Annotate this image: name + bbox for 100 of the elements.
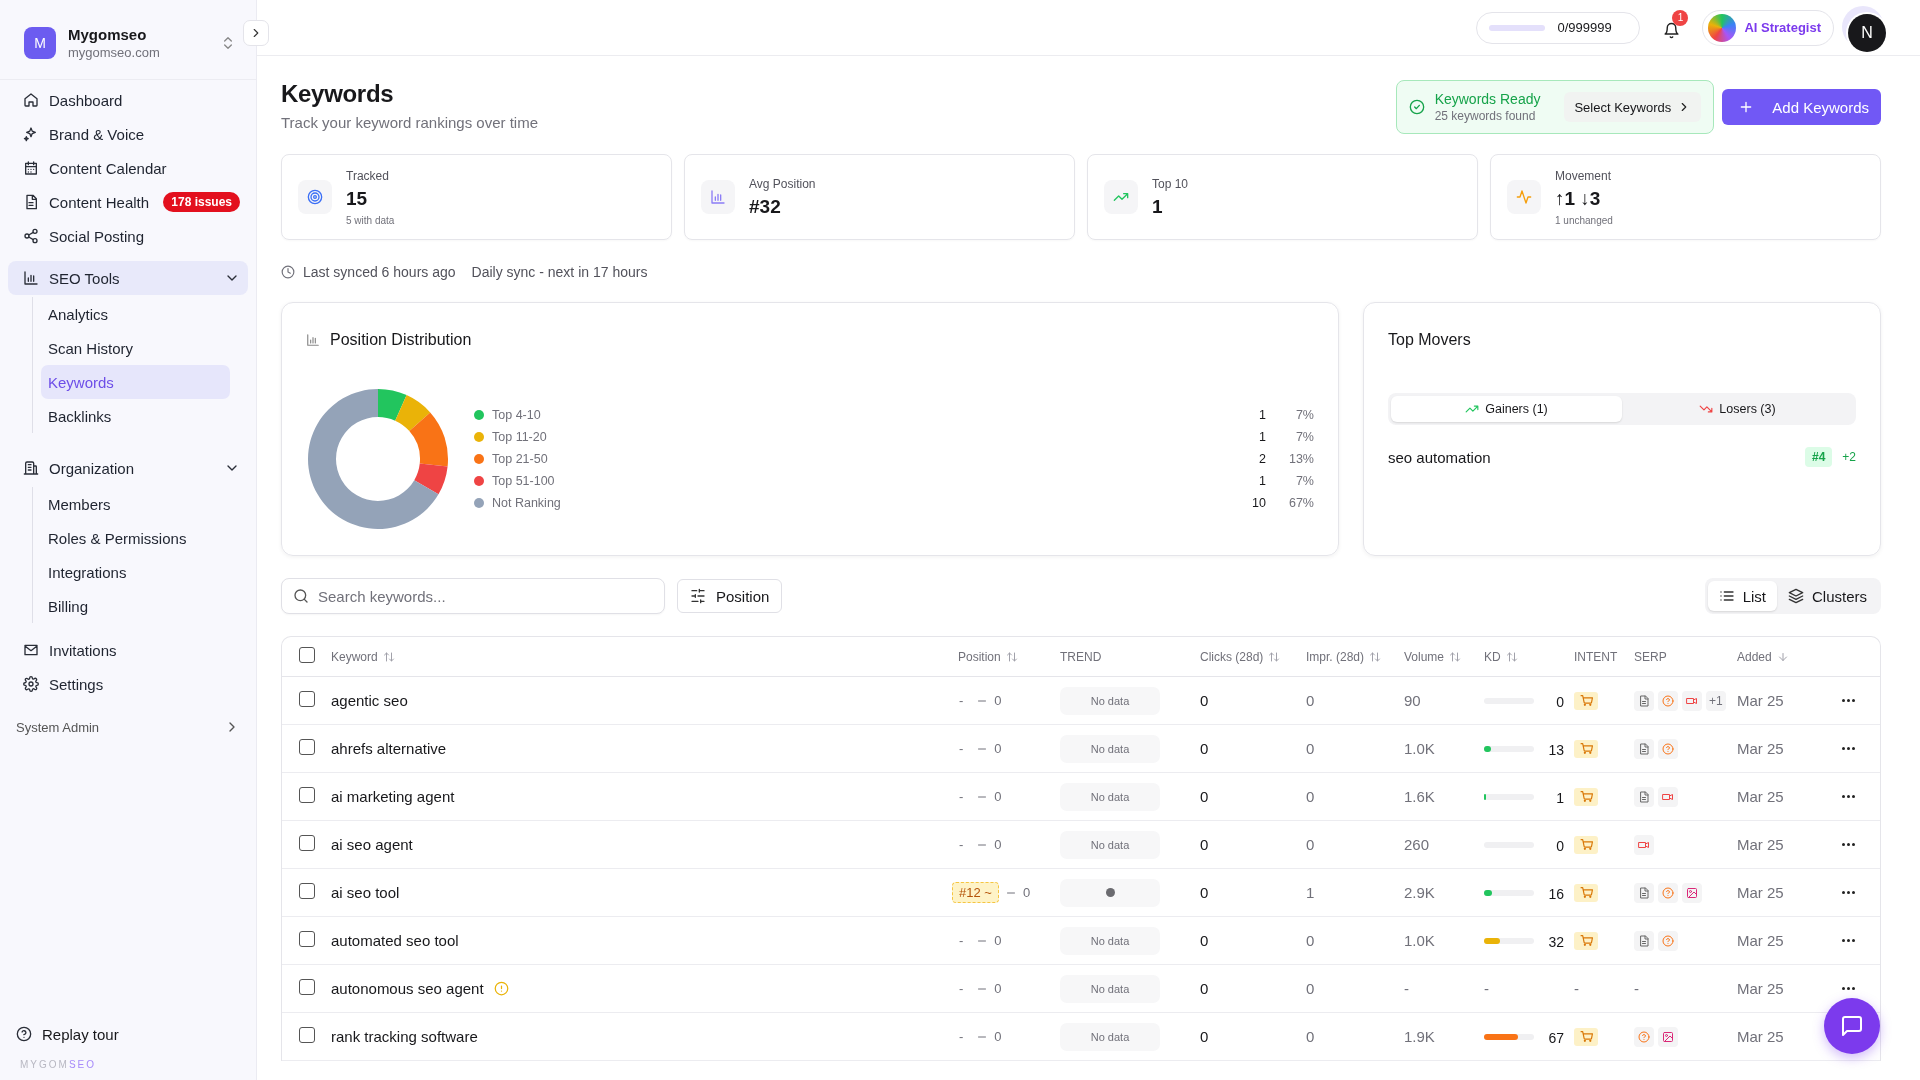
document-icon bbox=[1638, 694, 1650, 707]
table-cell: 0 bbox=[1306, 932, 1315, 949]
view-toggle[interactable]: Clusters bbox=[1777, 581, 1878, 611]
section-toggle[interactable]: System Admin bbox=[0, 715, 256, 739]
building-icon bbox=[23, 460, 39, 476]
sort-icon bbox=[1005, 650, 1018, 663]
column-header[interactable]: Added bbox=[1737, 649, 1789, 664]
nav-item[interactable]: SEO Tools bbox=[8, 261, 248, 295]
cart-icon bbox=[1574, 739, 1598, 758]
movers-tab[interactable]: Gainers (1) bbox=[1391, 396, 1622, 422]
select-keywords-button[interactable]: Select Keywords bbox=[1564, 92, 1702, 122]
replay-tour-link[interactable]: Replay tour bbox=[0, 1019, 256, 1049]
share-icon bbox=[23, 228, 39, 244]
stat-note: 1 unchanged bbox=[1555, 214, 1613, 226]
document-icon bbox=[23, 194, 39, 210]
chat-icon bbox=[1840, 1014, 1864, 1038]
nav-item[interactable]: Organization bbox=[8, 451, 248, 485]
table-cell: 1.0K bbox=[1404, 740, 1435, 757]
envelope-icon bbox=[23, 642, 39, 658]
nav-item[interactable]: Social Posting bbox=[8, 219, 248, 253]
column-header[interactable]: Clicks (28d) bbox=[1200, 649, 1281, 664]
cart-icon bbox=[1574, 883, 1598, 902]
legend-percent: 7% bbox=[1294, 408, 1314, 422]
trend-point bbox=[1105, 888, 1115, 897]
table-cell: 0 bbox=[1200, 692, 1209, 709]
nav-subitem[interactable]: Keywords bbox=[41, 365, 230, 399]
calendar-icon bbox=[23, 160, 39, 176]
sync-schedule-text: Daily sync - next in 17 hours bbox=[471, 264, 648, 280]
nav-subitem[interactable]: Roles & Permissions bbox=[41, 521, 230, 555]
legend-count: 1 bbox=[1258, 408, 1266, 422]
nav-item[interactable]: Brand & Voice bbox=[8, 117, 248, 151]
table-cell: 0 bbox=[1200, 980, 1209, 997]
notifications-button[interactable]: 1 bbox=[1654, 9, 1689, 46]
nav-item[interactable]: Content Health 178 issues bbox=[8, 185, 248, 219]
position-change: 0 bbox=[994, 933, 1002, 948]
column-header[interactable]: Keyword bbox=[331, 649, 395, 664]
column-header[interactable]: Impr. (28d) bbox=[1306, 649, 1382, 664]
nav-item[interactable]: Dashboard bbox=[8, 83, 248, 117]
nav-subitem[interactable]: Billing bbox=[41, 589, 230, 623]
checkbox[interactable] bbox=[298, 1026, 315, 1043]
image-icon bbox=[1662, 1030, 1674, 1043]
checkbox[interactable] bbox=[298, 786, 315, 803]
nav-item[interactable]: Content Calendar bbox=[8, 151, 248, 185]
question-icon bbox=[1662, 934, 1674, 947]
table-cell: 0 bbox=[1306, 740, 1315, 757]
nav-item[interactable]: Invitations bbox=[8, 633, 248, 667]
check-circle-icon bbox=[1408, 99, 1425, 115]
nav-subitem[interactable]: Scan History bbox=[41, 331, 230, 365]
position-change: 0 bbox=[994, 789, 1002, 804]
no-data-label: No data bbox=[1090, 982, 1130, 995]
search-field[interactable]: Search keywords... bbox=[281, 578, 665, 614]
checkbox[interactable] bbox=[298, 978, 315, 995]
position-change: 0 bbox=[994, 741, 1002, 756]
checkbox[interactable] bbox=[298, 930, 315, 947]
nav-subitem[interactable]: Integrations bbox=[41, 555, 230, 589]
checkbox[interactable] bbox=[298, 738, 315, 755]
nav-subitem[interactable]: Members bbox=[41, 487, 230, 521]
stat-value: 15 bbox=[346, 187, 369, 210]
legend-percent: 7% bbox=[1294, 430, 1314, 444]
position-value: - bbox=[958, 932, 965, 950]
table-cell: - bbox=[1404, 980, 1409, 997]
legend-label: Top 4-10 bbox=[492, 408, 542, 422]
legend-percent: 67% bbox=[1287, 496, 1314, 510]
credits-count: 0/999999 bbox=[1557, 20, 1612, 35]
column-header[interactable]: KD bbox=[1484, 649, 1518, 664]
checkbox[interactable] bbox=[298, 882, 315, 899]
nav-subitem[interactable]: Backlinks bbox=[41, 399, 230, 433]
column-header[interactable]: Position bbox=[958, 649, 1018, 664]
keyword-text: rank tracking software bbox=[331, 1028, 478, 1045]
nav-item[interactable]: Settings bbox=[8, 667, 248, 701]
keyword-text: ai seo tool bbox=[331, 884, 400, 901]
nav-subitem[interactable]: Analytics bbox=[41, 297, 230, 331]
avatar-icon bbox=[1708, 13, 1737, 42]
add-keywords-button[interactable]: Add Keywords bbox=[1722, 89, 1881, 125]
difficulty-value: 16 bbox=[1547, 886, 1564, 902]
column-header[interactable]: Volume bbox=[1404, 649, 1462, 664]
mover-keyword: seo automation bbox=[1388, 448, 1492, 466]
cart-icon bbox=[1574, 691, 1598, 710]
more-features-count: +1 bbox=[1706, 690, 1726, 711]
table-cell: Mar 25 bbox=[1737, 788, 1784, 805]
chat-button[interactable] bbox=[1824, 998, 1880, 1054]
keyword-text: ai seo agent bbox=[331, 836, 413, 853]
view-toggle[interactable]: List bbox=[1707, 581, 1777, 611]
column-header: INTENT bbox=[1574, 649, 1618, 664]
notification-badge: 1 bbox=[1672, 9, 1689, 26]
cart-icon bbox=[1574, 1027, 1598, 1046]
table-cell: - bbox=[1484, 980, 1489, 997]
legend-percent: 13% bbox=[1287, 452, 1314, 466]
position-badge: #4 bbox=[1804, 447, 1833, 467]
sort-icon bbox=[1505, 650, 1518, 663]
checkbox[interactable] bbox=[298, 646, 315, 663]
bar-chart-icon bbox=[23, 270, 39, 286]
table-cell: 0 bbox=[1306, 692, 1315, 709]
keyword-text: agentic seo bbox=[331, 692, 408, 709]
position-value: - bbox=[958, 692, 965, 710]
checkbox[interactable] bbox=[298, 690, 315, 707]
position-filter-button[interactable]: Position bbox=[677, 579, 783, 613]
position-value: - bbox=[958, 836, 965, 854]
movers-tab[interactable]: Losers (3) bbox=[1622, 396, 1853, 422]
checkbox[interactable] bbox=[298, 834, 315, 851]
